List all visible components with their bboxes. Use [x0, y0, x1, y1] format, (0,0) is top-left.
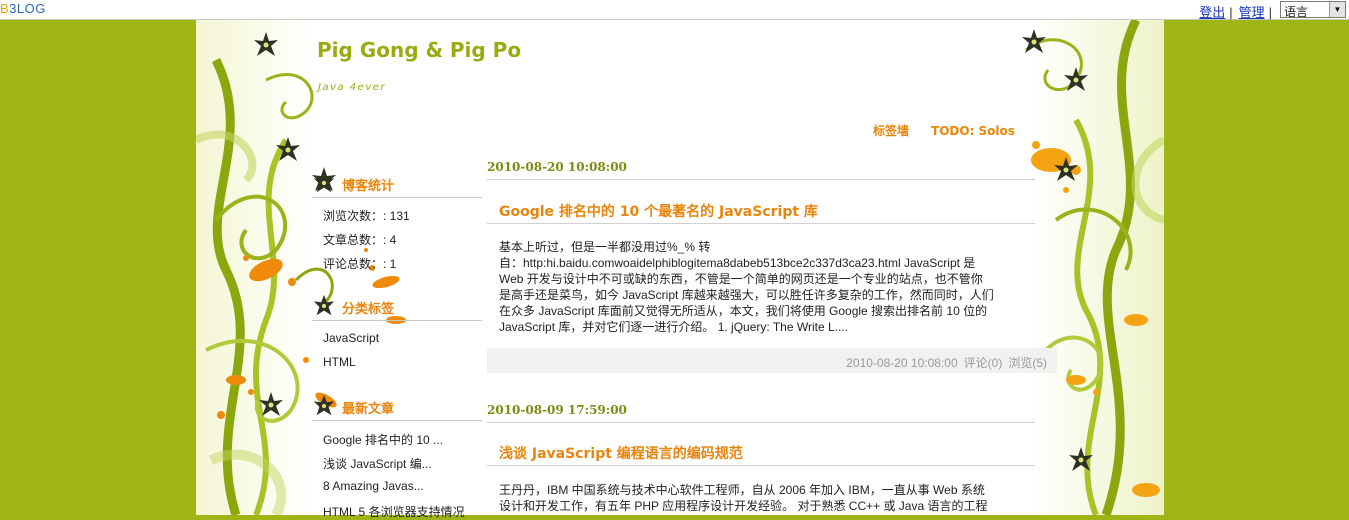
sidebar-recent-title: 最新文章	[342, 402, 395, 417]
post-title-link[interactable]: Google 排名中的 10 个最著名的 JavaScript 库	[499, 201, 818, 221]
post-title: Google 排名中的 10 个最著名的 JavaScript 库	[487, 193, 1035, 224]
category-link-html[interactable]: HTML	[323, 355, 356, 369]
excerpt-line: 在众多 JavaScript 库面前又觉得无所适从，本文，我们将使用 Googl…	[499, 304, 988, 318]
category-link-javascript[interactable]: JavaScript	[323, 331, 379, 345]
post-date-text: 2010-08-20 10:08:00	[487, 160, 627, 174]
recent-post-link[interactable]: Google 排名中的 10 ...	[323, 431, 443, 448]
stat-articles: 文章总数：: 4	[323, 233, 397, 247]
blog-subtitle: Java 4ever	[318, 82, 386, 93]
separator: |	[1268, 5, 1272, 20]
nav-tag-wall[interactable]: 标签墙	[873, 124, 909, 138]
recent-post-link[interactable]: 浅谈 JavaScript 编...	[323, 455, 432, 472]
sidebar-stats-heading: 博客统计	[312, 171, 482, 198]
excerpt-line: 是高手还是菜鸟，如今 JavaScript 库越来越强大，可以胜任许多复杂的工作…	[499, 288, 994, 302]
sidebar-recent-heading: 最新文章	[312, 394, 482, 421]
top-nav: 标签墙 TODO: Solos	[873, 122, 1015, 139]
separator: |	[1229, 5, 1233, 20]
flower-star-icon	[313, 171, 335, 193]
post-meta-time: 2010-08-20 10:08:00	[846, 356, 958, 370]
excerpt-line: Web 开发与设计中不可或缺的东西，不管是一个简单的网页还是一个专业的站点，也不…	[499, 272, 983, 286]
recent-post-link[interactable]: HTML 5 各浏览器支持情况	[323, 503, 465, 520]
stat-views: 浏览次数：: 131	[323, 209, 410, 223]
post-excerpt: 王丹丹，IBM 中国系统与技术中心软件工程师，自从 2006 年加入 IBM，一…	[499, 482, 1039, 514]
post-views-link[interactable]: 浏览(5)	[1008, 356, 1047, 370]
post-meta: 2010-08-20 10:08:00 评论(0) 浏览(5)	[840, 354, 1047, 371]
stat-comments: 评论总数：: 1	[323, 257, 397, 271]
logo-letter-b: B	[0, 1, 10, 16]
post-date: 2010-08-20 10:08:00	[487, 158, 1035, 180]
sidebar-stats-title: 博客统计	[342, 179, 395, 194]
flower-star-icon	[313, 394, 335, 416]
post-date-text: 2010-08-09 17:59:00	[487, 403, 627, 417]
flower-star-icon	[313, 294, 335, 316]
logo-text: 3LOG	[9, 1, 46, 16]
post-footer: 2010-08-20 10:08:00 评论(0) 浏览(5)	[487, 348, 1057, 373]
logout-link[interactable]: 登出	[1199, 5, 1225, 20]
language-select[interactable]: 语言 ▼	[1280, 1, 1346, 19]
excerpt-line: 王丹丹，IBM 中国系统与技术中心软件工程师，自从 2006 年加入 IBM，一…	[499, 483, 985, 497]
b3log-logo[interactable]: B3LOG	[0, 1, 46, 16]
excerpt-line: 自：http:hi.baidu.comwoaidelphiblogitema8d…	[499, 256, 976, 270]
blog-title[interactable]: Pig Gong & Pig Po	[317, 38, 521, 62]
excerpt-line: JavaScript 库，并对它们逐一进行介绍。 1. jQuery: The …	[499, 320, 848, 334]
post-title: 浅谈 JavaScript 编程语言的编码规范	[487, 435, 1035, 466]
post-title-link[interactable]: 浅谈 JavaScript 编程语言的编码规范	[499, 443, 743, 463]
top-bar: B3LOG 登出 | 管理 | 语言 ▼	[0, 0, 1349, 20]
post-comments-link[interactable]: 评论(0)	[964, 356, 1003, 370]
admin-link[interactable]: 管理	[1239, 5, 1265, 20]
excerpt-line: 基本上听过，但是一半都没用过%_% 转	[499, 240, 711, 254]
chevron-down-icon[interactable]: ▼	[1329, 2, 1345, 17]
language-select-value: 语言	[1284, 5, 1309, 19]
excerpt-line: 设计和开发工作，有五年 PHP 应用程序设计开发经验。 对于熟悉 CC++ 或 …	[499, 499, 988, 513]
post-date: 2010-08-09 17:59:00	[487, 401, 1035, 423]
sidebar-categories-title: 分类标签	[342, 302, 395, 317]
recent-post-link[interactable]: 8 Amazing Javas...	[323, 479, 424, 493]
post-excerpt: 基本上听过，但是一半都没用过%_% 转 自：http:hi.baidu.comw…	[499, 239, 1039, 335]
top-links: 登出 | 管理 |	[1199, 2, 1278, 21]
sidebar-categories-heading: 分类标签	[312, 294, 482, 321]
nav-todo-solos[interactable]: TODO: Solos	[931, 124, 1015, 138]
